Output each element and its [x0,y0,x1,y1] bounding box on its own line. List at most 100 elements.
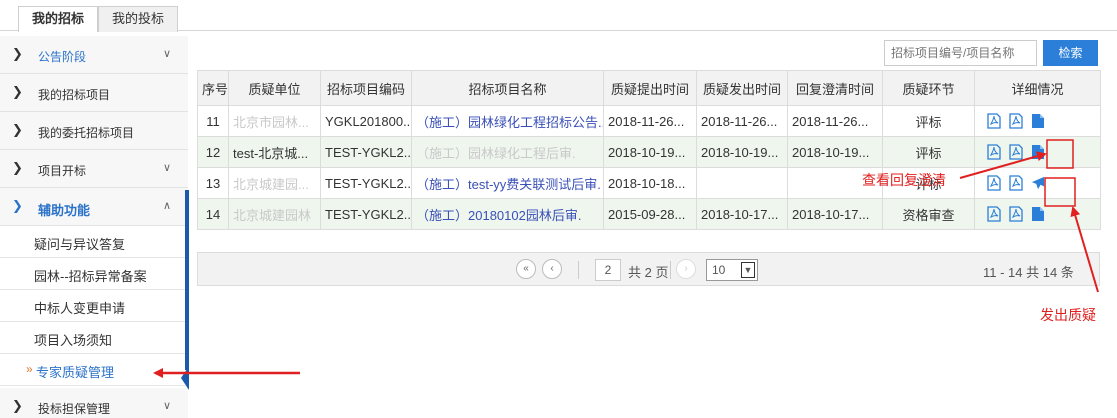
pdf-icon[interactable] [987,175,1001,191]
sidebar-subitem-winner-change[interactable]: 中标人变更申请 [0,290,188,322]
sidebar-pointer-icon [181,366,189,390]
annotation-view-reply: 查看回复澄清 [862,172,946,188]
total-pages-text: 共 2 页 [628,265,669,280]
tab-my-bids[interactable]: 我的投标 [98,6,178,32]
sidebar-subitem-label: 疑问与异议答复 [34,237,126,252]
table-row[interactable]: 13 北京城建园... TEST-YGKL2... （施工）test-yy费关联… [197,167,1101,199]
table-row[interactable]: 11 北京市园林... YGKL201800... （施工）园林绿化工程招标公告… [197,105,1101,137]
sidebar-item-label: 辅助功能 [38,203,91,218]
project-name-link[interactable]: （施工）20180102园林后审. [411,198,604,230]
pdf-icon[interactable] [987,113,1001,129]
cell-no: 12 [197,136,229,168]
sidebar-item-my-projects[interactable]: ❯ 我的招标项目 [0,74,188,112]
sidebar-item-announcement[interactable]: ❯ 公告阶段 ∨ [0,36,188,74]
sidebar-subitem-query-reply[interactable]: 疑问与异议答复 [0,226,188,258]
table-header-row: 序号 质疑单位 招标项目编码 招标项目名称 质疑提出时间 质疑发出时间 回复澄清… [197,70,1101,106]
cell-details [974,105,1101,137]
chevron-right-icon: ❯ [12,398,23,413]
cell-unit: 北京城建园林 [228,198,321,230]
page-number-input[interactable]: 2 [595,259,621,281]
sidebar-item-label: 我的招标项目 [38,88,111,102]
pdf-icon[interactable] [987,144,1001,160]
column-header: 招标项目编码 [320,70,412,106]
sidebar-subitem-label: 园林--招标异常备案 [34,269,147,284]
cell-reply-time: 2018-11-26... [787,105,883,137]
cell-sent-time [696,167,788,199]
chevron-up-icon: ∧ [163,200,172,212]
double-chevron-icon: » [26,362,33,376]
chevron-down-icon: ∨ [163,400,172,412]
column-header: 回复澄清时间 [787,70,883,106]
cell-details [974,198,1101,230]
sidebar-item-bid-opening[interactable]: ❯ 项目开标 ∨ [0,150,188,188]
divider [578,261,579,279]
cell-raised-time: 2018-11-26... [603,105,697,137]
sidebar-item-label: 公告阶段 [38,50,87,64]
prev-page-button[interactable]: ‹ [542,259,562,279]
cell-sent-time: 2018-11-26... [696,105,788,137]
project-name-link[interactable]: （施工）test-yy费关联测试后审. [411,167,604,199]
pagination-bar: « ‹ 2 共 2 页 › 10 ▼ 11 - 14 共 14 条 [197,252,1100,286]
cell-raised-time: 2018-10-19... [603,136,697,168]
sidebar-item-auxiliary[interactable]: ❯ 辅助功能 ∧ [0,188,188,226]
pdf-icon[interactable] [1009,144,1023,160]
column-header: 序号 [197,70,229,106]
cell-code: TEST-YGKL2... [320,167,412,199]
tab-my-tenders[interactable]: 我的招标 [18,6,98,32]
dropdown-arrow-icon: ▼ [741,262,755,278]
chevron-down-icon: ∨ [163,48,172,60]
send-icon[interactable] [1031,175,1045,191]
sidebar-subitem-label: 专家质疑管理 [36,365,115,380]
next-page-button[interactable]: › [676,259,696,279]
sidebar-item-guarantee[interactable]: ❯ 投标担保管理 ∨ [0,388,188,418]
pdf-icon[interactable] [987,206,1001,222]
column-header: 招标项目名称 [411,70,604,106]
pdf-icon[interactable] [1009,113,1023,129]
chevron-right-icon: ❯ [12,122,23,137]
annotation-send-query: 发出质疑 [1040,307,1096,323]
project-name-link[interactable]: （施工）园林绿化工程招标公告... [411,105,604,137]
cell-reply-time: 2018-10-17... [787,198,883,230]
sidebar-subitem-entry-notice[interactable]: 项目入场须知 [0,322,188,354]
sidebar-item-label: 项目开标 [38,164,87,178]
cell-raised-time: 2015-09-28... [603,198,697,230]
cell-no: 11 [197,105,229,137]
sidebar-item-entrusted-projects[interactable]: ❯ 我的委托招标项目 [0,112,188,150]
cell-code: TEST-YGKL2... [320,198,412,230]
search-input[interactable] [884,40,1037,66]
sidebar-active-indicator [185,190,189,370]
sidebar-subitem-expert-query[interactable]: » 专家质疑管理 [0,354,188,386]
page-size-select[interactable]: 10 ▼ [706,259,758,281]
column-header: 详细情况 [974,70,1101,106]
cell-code: YGKL201800... [320,105,412,137]
chevron-right-icon: ❯ [12,198,23,213]
sidebar-subitem-abnormal-record[interactable]: 园林--招标异常备案 [0,258,188,290]
sidebar-subitem-label: 中标人变更申请 [34,301,126,316]
search-button[interactable]: 检索 [1043,40,1098,66]
cell-no: 14 [197,198,229,230]
chevron-right-icon: ❯ [12,160,23,175]
chevron-right-icon: ❯ [12,84,23,99]
cell-reply-time: 2018-10-19... [787,136,883,168]
divider [670,261,671,279]
column-header: 质疑提出时间 [603,70,697,106]
cell-stage: 资格审查 [882,198,975,230]
table-row[interactable]: 14 北京城建园林 TEST-YGKL2... （施工）20180102园林后审… [197,198,1101,230]
pdf-icon[interactable] [1009,206,1023,222]
cell-sent-time: 2018-10-17... [696,198,788,230]
range-summary: 11 - 14 共 14 条 [983,265,1074,280]
document-icon[interactable] [1031,206,1045,222]
cell-no: 13 [197,167,229,199]
project-name-link[interactable]: （施工）园林绿化工程后审. [411,136,604,168]
tab-bar: 我的招标 我的投标 [0,0,1117,32]
document-icon[interactable] [1031,113,1045,129]
page-size-value: 10 [712,263,726,277]
first-page-button[interactable]: « [516,259,536,279]
cell-unit: test-北京城... [228,136,321,168]
sidebar-subitem-label: 项目入场须知 [34,333,113,348]
view-reply-icon[interactable] [1031,144,1045,160]
pdf-icon[interactable] [1009,175,1023,191]
cell-details [974,167,1101,199]
cell-details [974,136,1101,168]
table-row[interactable]: 12 test-北京城... TEST-YGKL2... （施工）园林绿化工程后… [197,136,1101,168]
